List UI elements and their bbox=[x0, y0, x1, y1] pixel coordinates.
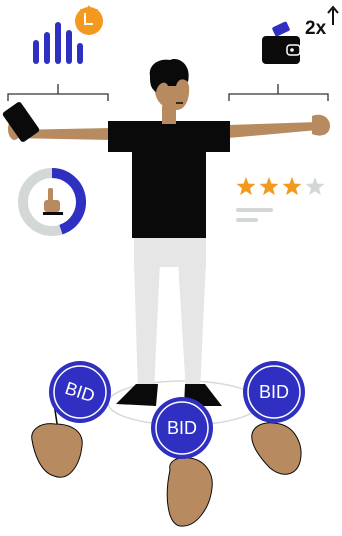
pointer-hand-icon bbox=[43, 188, 63, 215]
star-filled-icon bbox=[236, 177, 256, 196]
bid-label: BID bbox=[167, 418, 197, 438]
star-empty-icon bbox=[305, 177, 325, 196]
bid-paddle-center: BID bbox=[151, 397, 213, 459]
wallet-icon bbox=[262, 21, 301, 64]
star-filled-icon bbox=[259, 177, 279, 196]
text-line-placeholder bbox=[236, 208, 273, 212]
bid-label: BID bbox=[259, 382, 289, 402]
bid-paddle-right: BID bbox=[243, 361, 305, 423]
donut-progress bbox=[18, 168, 86, 236]
right-bracket bbox=[228, 84, 329, 101]
left-bracket bbox=[7, 84, 109, 101]
orange-badge-icon bbox=[75, 5, 103, 35]
star-rating bbox=[236, 177, 325, 196]
arrow-up-icon bbox=[327, 5, 339, 25]
illustration: BID BID BID 2x bbox=[0, 0, 342, 531]
bar-chart-icon bbox=[33, 22, 83, 64]
text-line-placeholder bbox=[236, 218, 258, 222]
bid-paddle-left: BID bbox=[49, 361, 111, 423]
multiplier-label: 2x bbox=[305, 18, 327, 39]
star-filled-icon bbox=[282, 177, 302, 196]
